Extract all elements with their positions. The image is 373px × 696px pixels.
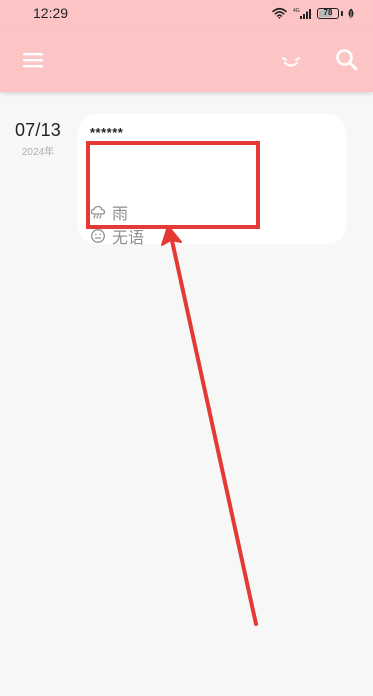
menu-icon [23,53,43,68]
entry-mood: 无语 [90,224,144,248]
status-bar: 12:29 4G 78 [0,0,373,28]
entry-weather-label: 雨 [112,206,129,223]
search-icon [336,49,358,71]
cloud-rain-icon [90,205,106,219]
battery-tip [341,10,343,16]
diary-entry-card[interactable]: ****** 雨 无语 [78,114,346,247]
entry-content: ****** [90,125,124,140]
menu-button[interactable] [20,47,46,73]
entry-weather: 雨 [90,200,128,224]
entry-date-day: 07/13 [14,120,62,140]
leaf-icon [347,8,355,19]
annotation-arrow-shaft [169,234,258,626]
mood-filter-button[interactable] [278,48,304,74]
network-type-label: 4G [293,8,300,14]
mood-face-icon [282,57,300,67]
battery-icon: 78 [317,7,339,19]
smiley-icon [91,229,105,243]
annotation-overlay [86,141,260,626]
app-bar [0,28,373,92]
entry-date-year: 2024年 [21,147,55,158]
wifi-icon [272,7,287,19]
signal-bars-icon: 4G [293,7,311,20]
entry-mood-label: 无语 [112,230,145,247]
entry-date: 07/13 2024年 [10,120,66,158]
status-time: 12:29 [33,5,69,21]
search-button[interactable] [333,46,361,74]
battery-level: 78 [323,8,333,17]
status-icons: 4G 78 [272,5,355,21]
